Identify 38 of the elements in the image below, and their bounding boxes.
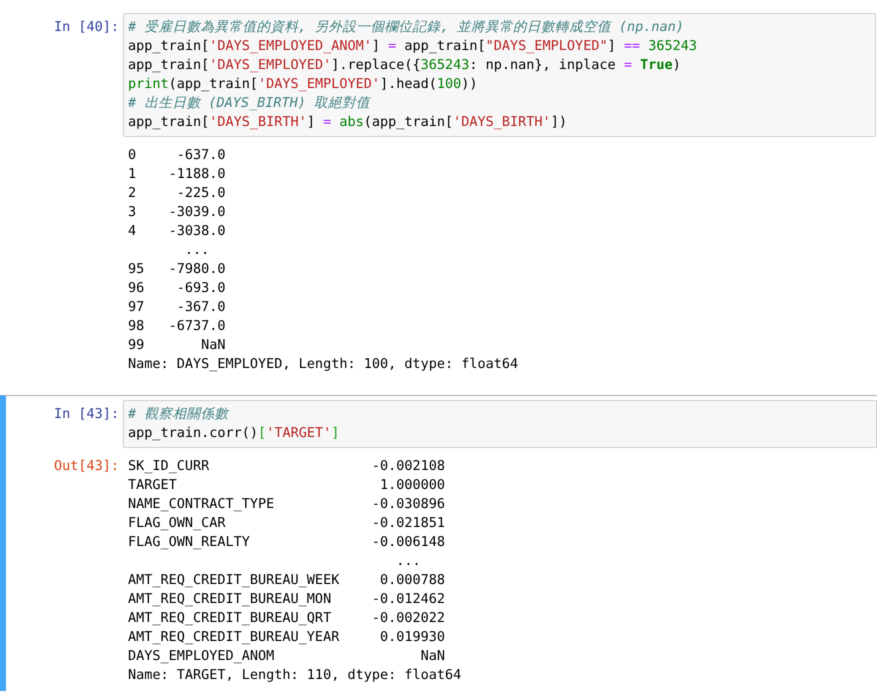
output-line: 98 -6737.0 (128, 317, 226, 336)
output-line: AMT_REQ_CREDIT_BUREAU_QRT -0.002022 (128, 609, 445, 628)
output-line: 3 -3039.0 (128, 203, 226, 222)
output-line: AMT_REQ_CREDIT_BUREAU_YEAR 0.019930 (128, 628, 445, 647)
code-line: app_train['DAYS_BIRTH'] = abs(app_train['DAYS_BIRTH']) (128, 113, 568, 132)
code-line: print(app_train['DAYS_EMPLOYED'].head(100)) (128, 75, 479, 94)
code-line: app_train['DAYS_EMPLOYED'].replace({365243: np.nan}, inplace = True) (128, 56, 682, 75)
output-line: AMT_REQ_CREDIT_BUREAU_WEEK 0.000788 (128, 571, 445, 590)
code-line: # 受雇日數為異常值的資料, 另外設一個欄位記錄, 並將異常的日數轉成空值 (np.nan) (128, 18, 685, 37)
code-line: # 觀察相關係數 (128, 405, 230, 424)
output-line: ... (184, 241, 210, 260)
output-line: AMT_REQ_CREDIT_BUREAU_MON -0.012462 (128, 590, 445, 609)
output-line: ... (395, 552, 421, 571)
output-line: DAYS_EMPLOYED_ANOM NaN (128, 647, 445, 666)
output-line: FLAG_OWN_REALTY -0.006148 (128, 533, 445, 552)
code-line: # 出生日數 (DAYS_BIRTH) 取絕對值 (128, 94, 372, 113)
output-line: Name: TARGET, Length: 110, dtype: float64 (128, 666, 462, 685)
code-line: app_train.corr()['TARGET'] (128, 424, 340, 443)
output-line: 97 -367.0 (128, 298, 226, 317)
output-line: TARGET 1.000000 (128, 476, 445, 495)
output-line: NAME_CONTRACT_TYPE -0.030896 (128, 495, 445, 514)
input-prompt: In [40]: (52, 18, 120, 37)
code-line: app_train['DAYS_EMPLOYED_ANOM'] = app_train["DAYS_EMPLOYED"] == 365243 (128, 37, 698, 56)
code-editor[interactable] (123, 13, 876, 137)
output-line: Name: DAYS_EMPLOYED, Length: 100, dtype: float64 (128, 355, 518, 374)
output-prompt: Out[43]: (52, 457, 120, 476)
output-line: 95 -7980.0 (128, 260, 226, 279)
input-prompt: In [43]: (52, 405, 120, 424)
output-line: FLAG_OWN_CAR -0.021851 (128, 514, 445, 533)
notebook-cell[interactable] (0, 395, 877, 691)
output-line: 1 -1188.0 (128, 165, 226, 184)
output-line: 96 -693.0 (128, 279, 226, 298)
output-line: 99 NaN (128, 336, 226, 355)
output-line: 2 -225.0 (128, 184, 226, 203)
output-line: SK_ID_CURR -0.002108 (128, 457, 445, 476)
code-editor[interactable]: # 觀察相關係數 app_train.corr()['TARGET'] (123, 400, 877, 448)
output-line: 4 -3038.0 (128, 222, 226, 241)
output-line: 0 -637.0 (128, 146, 226, 165)
